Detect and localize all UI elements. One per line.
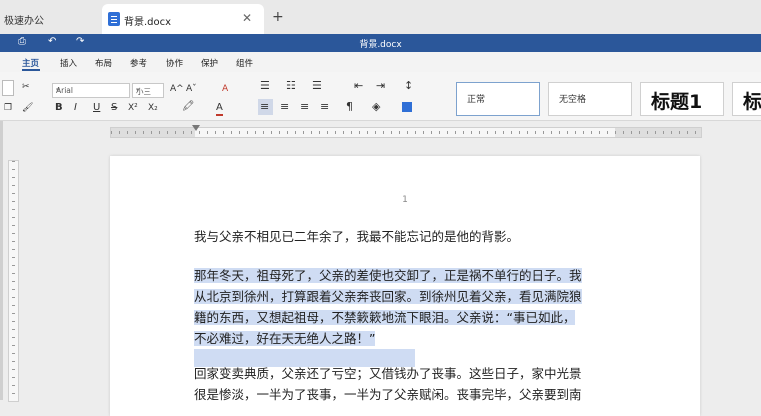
cut-icon[interactable]: ✂ xyxy=(22,81,30,93)
indent-marker-icon[interactable] xyxy=(192,125,200,131)
style-normal[interactable]: 正常 xyxy=(456,82,540,116)
tab-bar: 极速办公 背景.docx ✕ + xyxy=(0,0,761,34)
close-tab-icon[interactable]: ✕ xyxy=(242,11,252,25)
paragraph-2-line: 从北京到徐州，打算跟着父亲奔丧回家。到徐州见着父亲，看见满院狼 xyxy=(194,289,582,304)
new-tab-button[interactable]: + xyxy=(272,9,284,25)
active-menu-indicator xyxy=(22,69,40,71)
chevron-down-icon: ▾ xyxy=(136,86,140,94)
style-normal-label: 正常 xyxy=(467,95,486,105)
chevron-down-icon: ▾ xyxy=(56,86,60,94)
decrease-indent-icon[interactable]: ⇤ xyxy=(354,80,363,92)
menu-bar: 主页 插入 布局 参考 协作 保护 组件 xyxy=(0,52,761,72)
style-heading2[interactable]: 标 xyxy=(732,82,761,116)
menu-protect[interactable]: 保护 xyxy=(201,57,218,69)
grow-font-button[interactable]: A^ xyxy=(170,83,184,95)
ruler-area xyxy=(0,121,761,145)
tab-active-title: 背景.docx xyxy=(124,17,172,28)
bold-button[interactable]: B xyxy=(55,102,63,114)
paragraph-2-line: 不必难过，好在天无绝人之路！” xyxy=(194,331,376,346)
ribbon-toolbar: ✂ ❐ 🖌 Arial ▾ 小三 ▾ A^ Aˇ A B I U S X² X₂… xyxy=(0,72,761,121)
align-justify-icon[interactable]: ≡ xyxy=(320,101,329,113)
menu-plugins[interactable]: 组件 xyxy=(236,57,253,69)
title-bar: ⎙ ↶ ↷ 背景.docx xyxy=(0,34,761,52)
style-heading1[interactable]: 标题1 xyxy=(640,82,724,116)
menu-insert[interactable]: 插入 xyxy=(60,57,77,69)
vertical-ruler-ticks xyxy=(12,161,15,401)
style-heading2-label: 标 xyxy=(743,91,761,113)
paragraph-2-line: 籍的东西，又想起祖母，不禁簌簌地流下眼泪。父亲说：“事已如此， xyxy=(194,310,576,325)
strikethrough-button[interactable]: S xyxy=(111,102,117,114)
bullet-list-icon[interactable]: ☰ xyxy=(260,80,270,92)
page-number: 1 xyxy=(402,195,408,205)
left-panel-strip xyxy=(0,121,3,400)
style-no-spacing-label: 无空格 xyxy=(559,95,587,105)
align-center-icon[interactable]: ≡ xyxy=(280,101,289,113)
font-name-select[interactable]: Arial ▾ xyxy=(52,83,130,98)
menu-layout[interactable]: 布局 xyxy=(95,57,112,69)
font-size-select[interactable]: 小三 ▾ xyxy=(132,83,164,98)
paragraph-2[interactable]: 那年冬天，祖母死了，父亲的差使也交卸了，正是祸不单行的日子。我 从北京到徐州，打… xyxy=(194,265,656,349)
numbered-list-icon[interactable]: ☷ xyxy=(286,80,296,92)
multilevel-list-icon[interactable]: ☰ xyxy=(312,80,322,92)
format-painter-icon[interactable]: 🖌 xyxy=(22,102,33,114)
increase-indent-icon[interactable]: ⇥ xyxy=(376,80,385,92)
copy-icon[interactable]: ❐ xyxy=(4,102,12,114)
font-color-button[interactable]: A xyxy=(216,102,223,116)
paragraph-3[interactable]: 回家变卖典质，父亲还了亏空；又借钱办了丧事。这些日子，家中光景 很是惨淡，一半为… xyxy=(194,363,656,405)
tab-active-document[interactable]: 背景.docx ✕ xyxy=(102,4,264,34)
clear-format-button[interactable]: A xyxy=(222,83,228,95)
menu-home[interactable]: 主页 xyxy=(22,57,39,69)
paragraph-mark-button[interactable]: ¶ xyxy=(346,101,353,113)
tab-inactive[interactable]: 极速办公 xyxy=(0,0,98,34)
style-heading1-label: 标题1 xyxy=(651,91,703,113)
tab-inactive-title: 极速办公 xyxy=(4,16,44,27)
line-spacing-icon[interactable]: ↕ xyxy=(404,80,413,92)
paragraph-1[interactable]: 我与父亲不相见已二年余了，我最不能忘记的是他的背影。 xyxy=(194,226,656,247)
document-icon xyxy=(108,12,120,26)
align-right-icon[interactable]: ≡ xyxy=(300,101,309,113)
ruler-ticks xyxy=(111,131,701,134)
window-title: 背景.docx xyxy=(359,40,402,50)
paragraph-2-line: 那年冬天，祖母死了，父亲的差使也交卸了，正是祸不单行的日子。我 xyxy=(194,268,582,283)
paste-icon[interactable] xyxy=(2,80,14,96)
menu-collaborate[interactable]: 协作 xyxy=(166,57,183,69)
vertical-ruler[interactable] xyxy=(8,160,19,402)
superscript-button[interactable]: X² xyxy=(128,102,138,114)
align-left-icon[interactable]: ≡ xyxy=(260,101,269,113)
highlight-icon[interactable]: 🖍 xyxy=(182,101,195,113)
italic-button[interactable]: I xyxy=(74,102,77,114)
menu-references[interactable]: 参考 xyxy=(130,57,147,69)
style-no-spacing[interactable]: 无空格 xyxy=(548,82,632,116)
document-page[interactable]: 1 我与父亲不相见已二年余了，我最不能忘记的是他的背影。 那年冬天，祖母死了，父… xyxy=(110,156,700,416)
subscript-button[interactable]: X₂ xyxy=(148,102,158,114)
paragraph-3-line: 回家变卖典质，父亲还了亏空；又借钱办了丧事。这些日子，家中光景 xyxy=(194,366,582,381)
shrink-font-button[interactable]: Aˇ xyxy=(186,83,197,95)
borders-icon[interactable] xyxy=(402,102,412,112)
shading-icon[interactable]: ◈ xyxy=(372,101,380,113)
underline-button[interactable]: U xyxy=(93,102,100,114)
